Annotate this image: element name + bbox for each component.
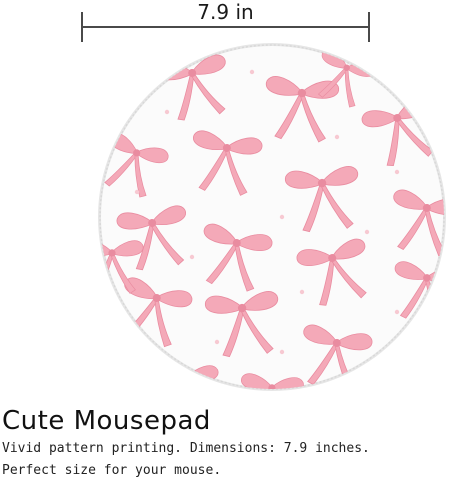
pattern-dot bbox=[249, 69, 255, 75]
pattern-dot bbox=[364, 229, 370, 235]
product-title: Cute Mousepad bbox=[2, 406, 211, 436]
dimension-tick-right bbox=[368, 12, 370, 42]
pattern-dot bbox=[394, 169, 400, 175]
pattern-dot bbox=[109, 309, 115, 315]
pattern-dot bbox=[394, 309, 400, 315]
product-description-line-1: Vivid pattern printing. Dimensions: 7.9 … bbox=[2, 441, 370, 456]
pattern-dot bbox=[434, 149, 440, 155]
dimension-label: 7.9 in bbox=[150, 0, 301, 24]
dimension-tick-left bbox=[81, 12, 83, 42]
pattern-dot bbox=[359, 374, 365, 380]
pattern-dot bbox=[334, 134, 340, 140]
mousepad-surface bbox=[101, 46, 443, 388]
pattern-dot bbox=[279, 349, 285, 355]
pink-bow-icon bbox=[408, 324, 444, 389]
mousepad-graphic bbox=[98, 43, 446, 391]
round-mousepad-image bbox=[97, 42, 447, 392]
dimension-line bbox=[82, 26, 369, 28]
pattern-dot bbox=[134, 189, 140, 195]
pattern-dot bbox=[164, 109, 170, 115]
pattern-dot bbox=[279, 214, 285, 220]
product-caption: Cute Mousepad Vivid pattern printing. Di… bbox=[2, 404, 447, 482]
pattern-dot bbox=[299, 289, 305, 295]
pattern-dot bbox=[189, 254, 195, 260]
pattern-dot bbox=[214, 339, 220, 345]
product-description-line-2: Perfect size for your mouse. bbox=[2, 463, 222, 478]
